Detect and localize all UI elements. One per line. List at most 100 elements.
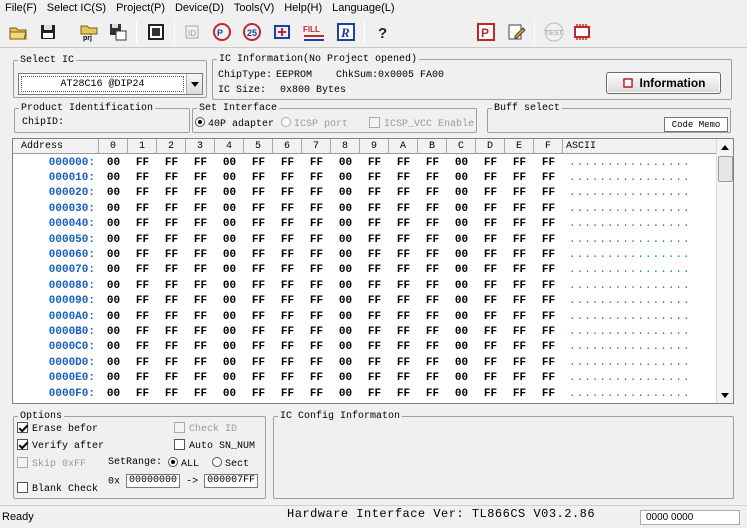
- hex-byte-cell[interactable]: 00: [215, 294, 244, 309]
- hex-byte-cell[interactable]: FF: [128, 186, 157, 201]
- hex-byte-cell[interactable]: 00: [331, 309, 360, 324]
- hex-byte-cell[interactable]: FF: [418, 217, 447, 232]
- hex-byte-cell[interactable]: FF: [360, 386, 389, 401]
- menu-help[interactable]: Help(H): [279, 0, 327, 16]
- hex-byte-cell[interactable]: FF: [128, 294, 157, 309]
- hex-byte-cell[interactable]: FF: [505, 247, 534, 262]
- hex-byte-cell[interactable]: 00: [215, 186, 244, 201]
- hex-byte-cell[interactable]: FF: [389, 309, 418, 324]
- hex-byte-cell[interactable]: FF: [418, 186, 447, 201]
- hex-byte-cell[interactable]: FF: [273, 340, 302, 355]
- hex-byte-cell[interactable]: 00: [99, 186, 128, 201]
- hex-byte-cell[interactable]: FF: [302, 309, 331, 324]
- hex-byte-cell[interactable]: FF: [128, 355, 157, 370]
- checkbox-auto-sn[interactable]: [174, 439, 185, 450]
- hex-byte-cell[interactable]: 00: [99, 155, 128, 170]
- ascii-cell[interactable]: ................: [563, 247, 691, 262]
- hex-byte-cell[interactable]: FF: [389, 278, 418, 293]
- ascii-cell[interactable]: ................: [563, 278, 691, 293]
- hex-byte-cell[interactable]: 00: [331, 294, 360, 309]
- hex-byte-cell[interactable]: FF: [389, 370, 418, 385]
- hex-byte-cell[interactable]: FF: [273, 355, 302, 370]
- select-ic-combo[interactable]: AT28C16 @DIP24: [18, 73, 203, 95]
- information-button[interactable]: Information: [606, 72, 721, 94]
- save-project-button[interactable]: [106, 20, 130, 44]
- hex-byte-cell[interactable]: FF: [128, 340, 157, 355]
- hex-byte-cell[interactable]: FF: [534, 355, 563, 370]
- production-button[interactable]: P: [474, 20, 498, 44]
- hex-byte-cell[interactable]: FF: [505, 217, 534, 232]
- hex-byte-cell[interactable]: FF: [534, 324, 563, 339]
- hex-byte-cell[interactable]: FF: [302, 155, 331, 170]
- read-chip-button[interactable]: 25: [240, 20, 264, 44]
- hex-byte-cell[interactable]: 00: [447, 294, 476, 309]
- hex-byte-cell[interactable]: FF: [244, 309, 273, 324]
- scroll-up-button[interactable]: [717, 139, 733, 155]
- hex-byte-cell[interactable]: FF: [360, 355, 389, 370]
- hex-byte-cell[interactable]: FF: [418, 170, 447, 185]
- hex-byte-cell[interactable]: 00: [99, 201, 128, 216]
- hex-byte-cell[interactable]: 00: [447, 370, 476, 385]
- hex-byte-cell[interactable]: FF: [128, 170, 157, 185]
- hex-byte-cell[interactable]: FF: [302, 294, 331, 309]
- ascii-cell[interactable]: ................: [563, 232, 691, 247]
- hex-byte-cell[interactable]: 00: [99, 170, 128, 185]
- hex-byte-cell[interactable]: FF: [505, 263, 534, 278]
- hex-byte-cell[interactable]: FF: [476, 355, 505, 370]
- hex-byte-cell[interactable]: FF: [186, 355, 215, 370]
- hex-byte-cell[interactable]: FF: [302, 355, 331, 370]
- hex-byte-cell[interactable]: 00: [215, 201, 244, 216]
- hex-byte-cell[interactable]: 00: [99, 324, 128, 339]
- hex-byte-cell[interactable]: FF: [128, 370, 157, 385]
- checkbox-erase-before[interactable]: [17, 422, 28, 433]
- checkbox-blank-check[interactable]: [17, 482, 28, 493]
- hex-byte-cell[interactable]: FF: [244, 386, 273, 401]
- hex-byte-cell[interactable]: 00: [331, 386, 360, 401]
- hex-byte-cell[interactable]: FF: [360, 263, 389, 278]
- menu-device[interactable]: Device(D): [170, 0, 229, 16]
- interface-40p-option[interactable]: 40P adapter: [195, 117, 274, 130]
- hex-byte-cell[interactable]: FF: [418, 294, 447, 309]
- hex-byte-cell[interactable]: FF: [389, 263, 418, 278]
- hex-byte-cell[interactable]: FF: [360, 340, 389, 355]
- ascii-cell[interactable]: ................: [563, 294, 691, 309]
- hex-byte-cell[interactable]: FF: [302, 278, 331, 293]
- help-button[interactable]: ?: [370, 20, 394, 44]
- hex-byte-cell[interactable]: FF: [505, 340, 534, 355]
- hex-byte-cell[interactable]: 00: [215, 247, 244, 262]
- hex-byte-cell[interactable]: 00: [331, 278, 360, 293]
- hex-byte-cell[interactable]: FF: [389, 155, 418, 170]
- hex-byte-cell[interactable]: 00: [215, 355, 244, 370]
- hex-byte-cell[interactable]: FF: [476, 201, 505, 216]
- combo-dropdown-button[interactable]: [186, 74, 202, 94]
- hex-byte-cell[interactable]: FF: [476, 232, 505, 247]
- hex-byte-cell[interactable]: FF: [360, 309, 389, 324]
- hex-byte-cell[interactable]: FF: [476, 340, 505, 355]
- hex-byte-cell[interactable]: 00: [99, 263, 128, 278]
- hex-byte-cell[interactable]: FF: [389, 355, 418, 370]
- hex-byte-cell[interactable]: FF: [505, 294, 534, 309]
- hex-byte-cell[interactable]: 00: [331, 370, 360, 385]
- hex-byte-cell[interactable]: FF: [476, 186, 505, 201]
- menu-language[interactable]: Language(L): [327, 0, 399, 16]
- hex-byte-cell[interactable]: FF: [186, 232, 215, 247]
- menu-project[interactable]: Project(P): [111, 0, 170, 16]
- hex-byte-cell[interactable]: FF: [418, 201, 447, 216]
- hex-byte-cell[interactable]: FF: [157, 217, 186, 232]
- hex-byte-cell[interactable]: FF: [476, 309, 505, 324]
- hex-byte-cell[interactable]: FF: [244, 186, 273, 201]
- hex-byte-cell[interactable]: 00: [99, 386, 128, 401]
- read-button[interactable]: R: [334, 20, 358, 44]
- hex-byte-cell[interactable]: FF: [418, 309, 447, 324]
- hex-byte-cell[interactable]: FF: [302, 263, 331, 278]
- hex-byte-cell[interactable]: 00: [447, 278, 476, 293]
- hex-byte-cell[interactable]: FF: [360, 247, 389, 262]
- hex-byte-cell[interactable]: 00: [447, 386, 476, 401]
- hex-byte-cell[interactable]: FF: [186, 324, 215, 339]
- hex-byte-cell[interactable]: FF: [186, 170, 215, 185]
- hex-byte-cell[interactable]: FF: [244, 263, 273, 278]
- verify-after-option[interactable]: Verify after: [17, 439, 104, 452]
- open-project-button[interactable]: prj: [76, 20, 102, 44]
- hex-byte-cell[interactable]: FF: [302, 170, 331, 185]
- hex-byte-cell[interactable]: FF: [505, 155, 534, 170]
